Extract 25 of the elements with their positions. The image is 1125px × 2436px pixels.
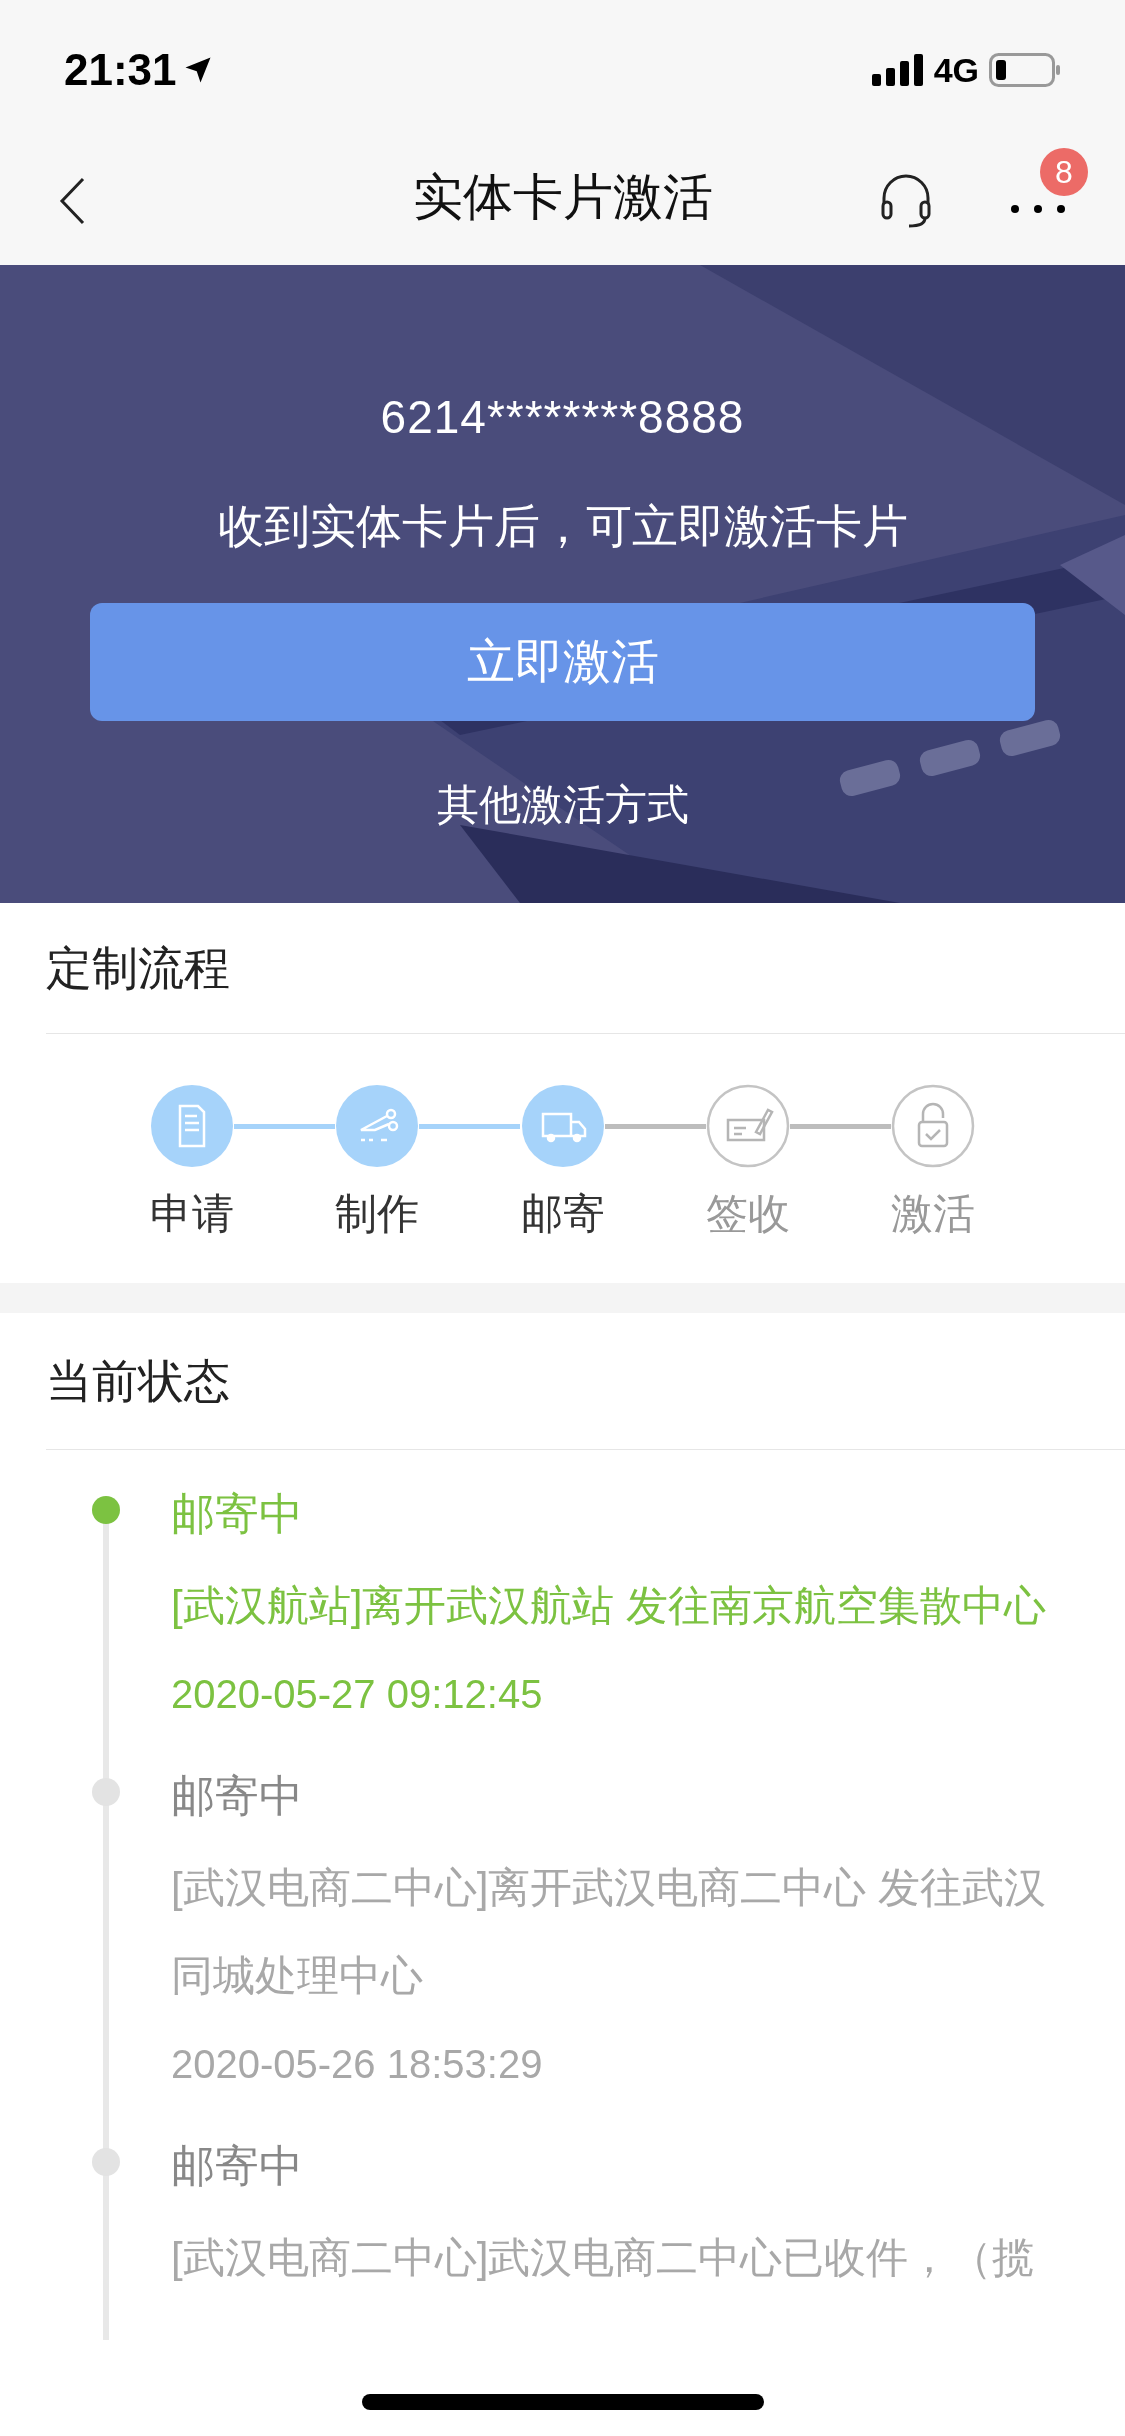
other-methods-link[interactable]: 其他激活方式 <box>436 773 689 836</box>
network-label: 4G <box>933 49 979 91</box>
notification-badge: 8 <box>1040 148 1088 196</box>
event-detail: [武汉电商二中心]离开武汉电商二中心 发往武汉同城处理中心 <box>171 1863 1047 2001</box>
step-label: 邮寄 <box>520 1189 605 1239</box>
banner-subtitle: 收到实体卡片后，可立即激活卡片 <box>217 499 908 554</box>
event-detail: [武汉电商二中心]武汉电商二中心已收件，（揽 <box>171 2233 1036 2283</box>
step-label: 申请 <box>150 1189 234 1239</box>
event-title: 邮寄中 <box>171 1488 304 1540</box>
event-title: 邮寄中 <box>171 1770 304 1822</box>
event-time: 2020-05-26 18:53:29 <box>171 2041 544 2088</box>
step-label: 制作 <box>335 1189 420 1239</box>
signal-icon <box>871 54 924 86</box>
section-title: 定制流程 <box>46 940 230 996</box>
event-time: 2020-05-27 09:12:45 <box>171 1671 544 1718</box>
status-time: 21:31 <box>64 44 177 96</box>
back-icon[interactable] <box>58 176 86 226</box>
event-title: 邮寄中 <box>171 2140 304 2192</box>
event-detail: [武汉航站]离开武汉航站 发往南京航空集散中心 <box>171 1581 1047 1631</box>
step-label: 激活 <box>891 1189 975 1239</box>
step-label: 签收 <box>705 1189 790 1239</box>
card-number: 6214********8888 <box>380 390 745 445</box>
battery-icon <box>989 53 1061 87</box>
section-title: 当前状态 <box>46 1353 230 1409</box>
page-title: 实体卡片激活 <box>412 168 713 227</box>
